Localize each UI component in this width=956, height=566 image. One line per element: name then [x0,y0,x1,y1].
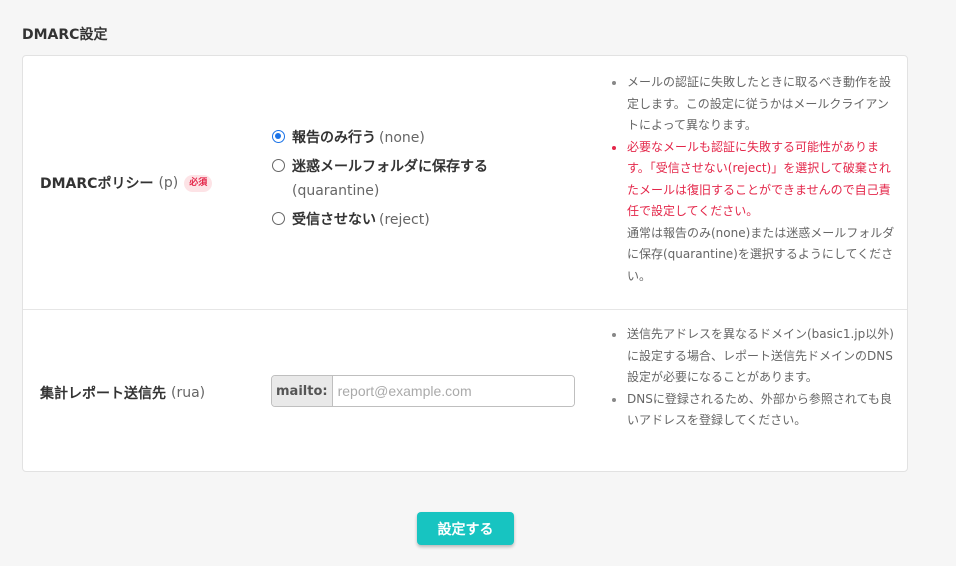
policy-note: メールの認証に失敗したときに取るべき動作を設定します。この設定に従うかはメールク… [610,72,895,137]
submit-button[interactable]: 設定する [417,512,514,545]
radio-selected-icon[interactable] [272,130,285,143]
policy-option-value: (quarantine) [292,183,380,199]
policy-label-sub: (p) [158,175,179,191]
policy-option-label: 受信させない [292,212,376,228]
policy-warning-note: 必要なメールも認証に失敗する可能性があります。「受信させない(reject)」を… [610,137,895,223]
policy-option-reject[interactable]: 受信させない (reject) [272,208,488,232]
rua-label-sub: (rua) [171,385,206,401]
policy-option-label: 報告のみ行う [292,130,376,146]
rua-row: 集計レポート送信先 (rua) mailto: 送信先アドレスを異なるドメイン(… [23,309,907,472]
radio-unselected-icon[interactable] [272,159,285,172]
rua-email-input[interactable] [332,376,574,406]
required-badge: 必須 [184,174,213,192]
policy-option-none[interactable]: 報告のみ行う (none) [272,126,488,150]
policy-option-value: (none) [379,130,425,146]
policy-option-quarantine[interactable]: 迷惑メールフォルダに保存する (quarantine) [272,155,488,203]
rua-label-text: 集計レポート送信先 [40,386,166,402]
radio-unselected-icon[interactable] [272,212,285,225]
rua-note: DNSに登録されるため、外部から参照されても良いアドレスを登録してください。 [610,389,895,432]
policy-label-text: DMARCポリシー [40,176,154,192]
mailto-addon: mailto: [272,376,333,406]
policy-notes: メールの認証に失敗したときに取るべき動作を設定します。この設定に従うかはメールク… [610,72,895,287]
policy-row: DMARCポリシー (p) 必須 報告のみ行う (none) 迷惑メールフォルダに… [23,56,907,310]
policy-option-value: (reject) [379,212,430,228]
policy-label: DMARCポリシー (p) 必須 [40,173,213,193]
rua-input-group: mailto: [271,375,575,407]
section-title: DMARC設定 [22,27,108,43]
policy-radio-group: 報告のみ行う (none) 迷惑メールフォルダに保存する (quarantine)… [272,126,488,232]
policy-note-continued: 通常は報告のみ(none)または迷惑メールフォルダに保存(quarantine)… [627,225,895,283]
rua-label: 集計レポート送信先 (rua) [40,383,205,403]
dmarc-settings-card: DMARCポリシー (p) 必須 報告のみ行う (none) 迷惑メールフォルダに… [22,55,908,472]
policy-option-label: 迷惑メールフォルダに保存する [292,159,488,175]
rua-note: 送信先アドレスを異なるドメイン(basic1.jp以外)に設定する場合、レポート… [610,324,895,389]
rua-notes: 送信先アドレスを異なるドメイン(basic1.jp以外)に設定する場合、レポート… [610,324,895,432]
